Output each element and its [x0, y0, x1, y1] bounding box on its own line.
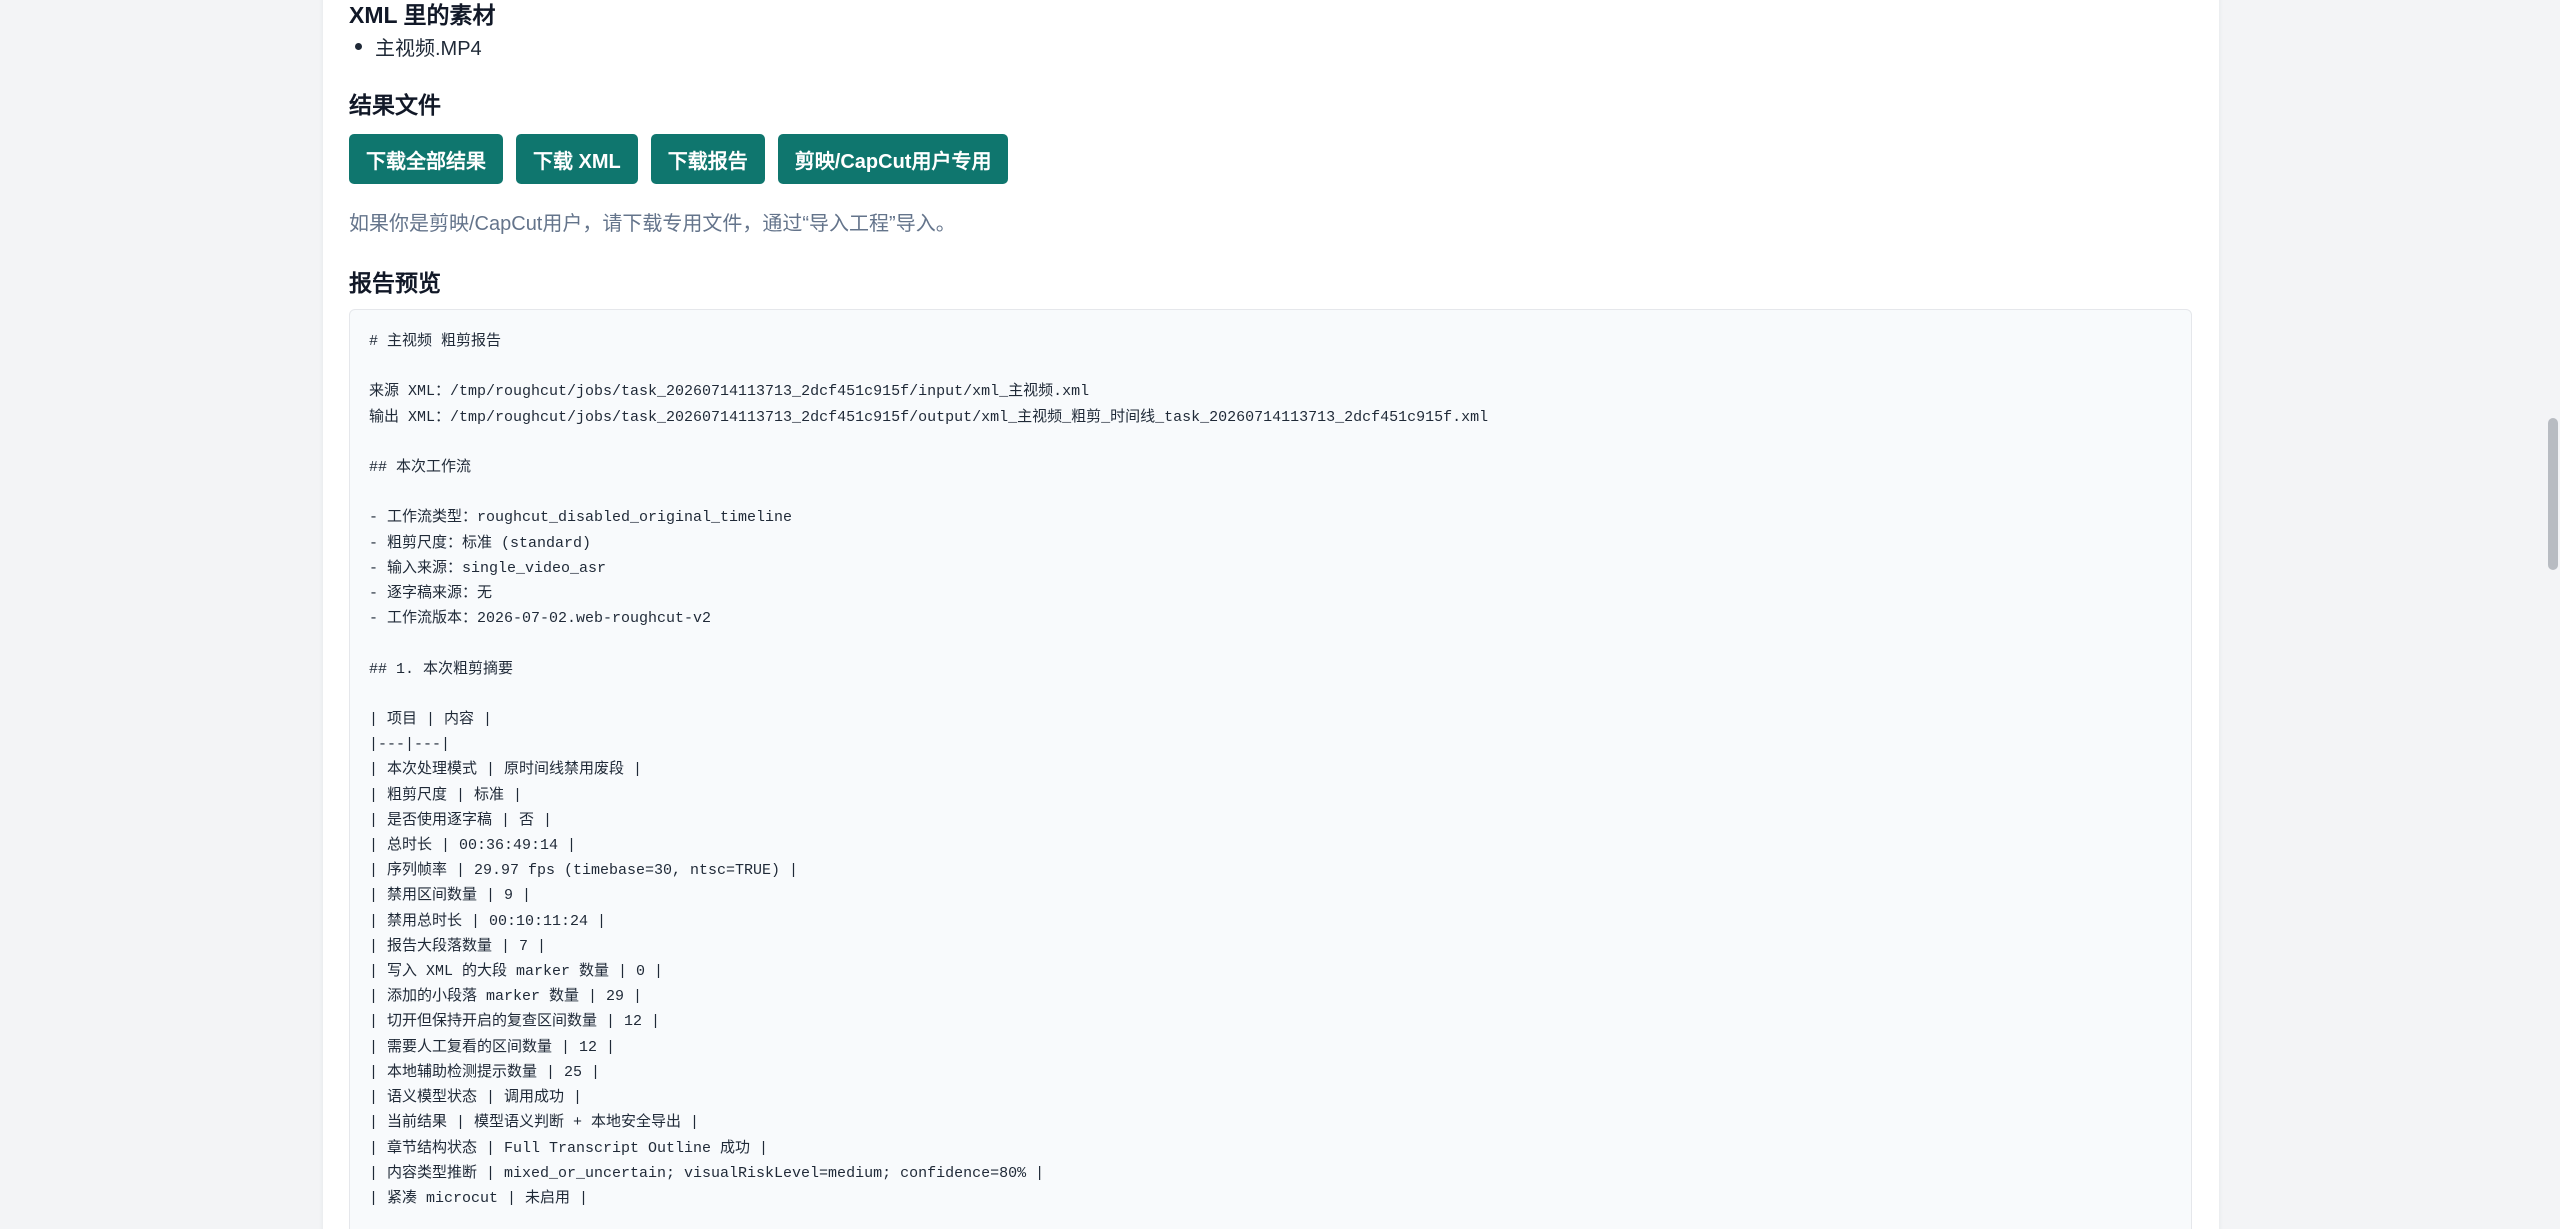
assets-section-title: XML 里的素材 — [349, 2, 496, 28]
asset-name: 主视频.MP4 — [375, 38, 482, 60]
page-scrollbar[interactable] — [2546, 0, 2560, 1229]
list-item: 主视频.MP4 — [349, 32, 482, 61]
download-report-button[interactable]: 下载报告 — [650, 134, 765, 184]
report-preview-box[interactable]: # 主视频 粗剪报告 来源 XML：/tmp/roughcut/jobs/tas… — [349, 309, 2192, 1229]
download-all-button[interactable]: 下载全部结果 — [349, 134, 503, 184]
preview-section-title: 报告预览 — [349, 270, 441, 296]
viewport: XML 里的素材 主视频.MP4 结果文件 下载全部结果 下载 XML 下载报告… — [0, 0, 2560, 1229]
report-preview-text: # 主视频 粗剪报告 来源 XML：/tmp/roughcut/jobs/tas… — [369, 333, 1489, 1207]
bullet-icon — [355, 43, 362, 50]
asset-list: 主视频.MP4 — [349, 32, 482, 61]
capcut-hint-text: 如果你是剪映/CapCut用户，请下载专用文件，通过“导入工程”导入。 — [349, 213, 956, 235]
scrollbar-thumb[interactable] — [2548, 418, 2558, 570]
download-button-row: 下载全部结果 下载 XML 下载报告 剪映/CapCut用户专用 — [349, 134, 1009, 184]
results-section-title: 结果文件 — [349, 92, 441, 118]
download-xml-button[interactable]: 下载 XML — [516, 134, 638, 184]
capcut-download-button[interactable]: 剪映/CapCut用户专用 — [777, 134, 1009, 184]
